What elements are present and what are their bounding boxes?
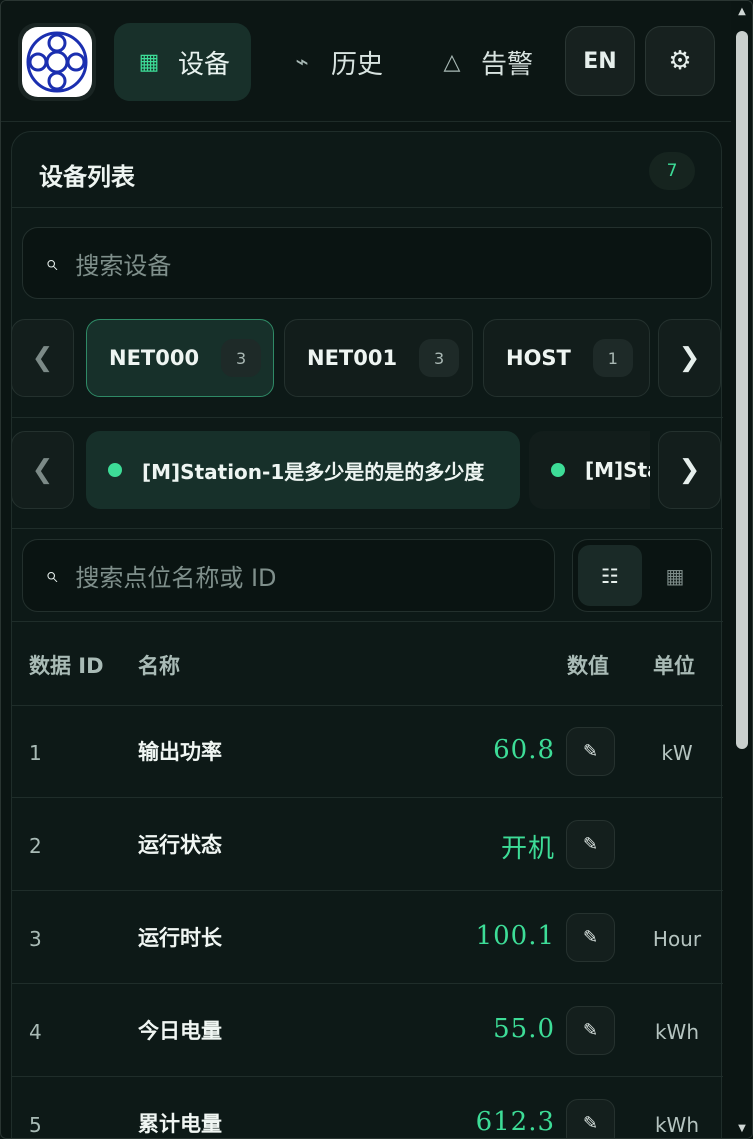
- app-logo-icon: [22, 27, 92, 97]
- nav-devices-label: 设备: [178, 49, 231, 80]
- row-value: 100.1: [475, 921, 555, 951]
- status-dot: [108, 463, 122, 477]
- row-value: 55.0: [493, 1014, 555, 1044]
- search-icon: ⌕: [45, 250, 58, 276]
- pencil-icon: ✎: [582, 834, 599, 855]
- list-view-button[interactable]: ☷: [578, 545, 642, 606]
- station-tab-label: [M]Station-1是多少是的是的多少度: [142, 459, 485, 484]
- row-name: 今日电量: [138, 1019, 222, 1043]
- edit-button[interactable]: ✎: [566, 1099, 615, 1138]
- point-search-placeholder: 搜索点位名称或 ID: [75, 564, 277, 592]
- row-name: 输出功率: [138, 740, 222, 764]
- row-name: 累计电量: [138, 1112, 222, 1136]
- device-count-badge: 7: [649, 152, 695, 190]
- history-icon: ⌁: [295, 49, 309, 75]
- row-id: 2: [29, 834, 42, 858]
- station-tabs-scroller: [M]Station-1是多少是的是的多少度 [M]Station-2: [86, 132, 650, 532]
- table-row: 2 运行状态 开机 ✎: [12, 798, 723, 891]
- column-header-id: 数据 ID: [29, 654, 104, 678]
- row-unit: Hour: [652, 927, 702, 951]
- column-header-name: 名称: [138, 654, 180, 678]
- pencil-icon: ✎: [582, 1020, 599, 1041]
- station-next-button[interactable]: ❯: [658, 431, 721, 509]
- settings-button[interactable]: ⚙: [645, 26, 715, 96]
- pencil-icon: ✎: [582, 1113, 599, 1134]
- network-next-button[interactable]: ❯: [658, 319, 721, 397]
- grid-icon: ▦: [665, 563, 685, 588]
- chevron-right-icon: ❯: [678, 343, 701, 373]
- app-logo[interactable]: [18, 23, 96, 101]
- pencil-icon: ✎: [582, 741, 599, 762]
- table-row: 3 运行时长 100.1 ✎ Hour: [12, 891, 723, 984]
- nav-history[interactable]: ⌁ 历史: [273, 23, 403, 101]
- scrollbar-thumb[interactable]: [736, 31, 748, 749]
- station-tab-label: [M]Station-2: [585, 458, 650, 482]
- station-tab-1[interactable]: [M]Station-1是多少是的是的多少度: [86, 431, 520, 509]
- chevron-left-icon: ❮: [31, 343, 54, 373]
- row-name: 运行状态: [138, 833, 222, 857]
- search-icon: ⌕: [45, 563, 58, 588]
- row-name: 运行时长: [138, 926, 222, 950]
- row-id: 1: [29, 741, 42, 765]
- view-toggle: ☷ ▦: [572, 539, 712, 612]
- network-prev-button[interactable]: ❮: [11, 319, 74, 397]
- grid-view-button[interactable]: ▦: [643, 545, 707, 606]
- edit-button[interactable]: ✎: [566, 1006, 615, 1055]
- row-id: 3: [29, 927, 42, 951]
- top-nav: ▦ 设备 ⌁ 历史 △ 告警 EN ⚙: [1, 1, 731, 122]
- row-id: 5: [29, 1113, 42, 1137]
- edit-button[interactable]: ✎: [566, 913, 615, 962]
- row-unit: kW: [661, 741, 693, 765]
- station-prev-button[interactable]: ❮: [11, 431, 74, 509]
- column-header-unit: 单位: [653, 654, 695, 678]
- divider: [12, 528, 723, 529]
- row-id: 4: [29, 1020, 42, 1044]
- table-row: 4 今日电量 55.0 ✎ kWh: [12, 984, 723, 1077]
- language-button[interactable]: EN: [565, 26, 635, 96]
- row-value: 开机: [500, 834, 555, 864]
- row-value: 612.3: [475, 1107, 555, 1137]
- chevron-left-icon: ❮: [31, 455, 54, 485]
- grid-icon: ▦: [138, 49, 160, 75]
- nav-devices[interactable]: ▦ 设备: [114, 23, 251, 101]
- status-dot: [551, 463, 565, 477]
- point-search-input[interactable]: ⌕ 搜索点位名称或 ID: [22, 539, 555, 612]
- row-unit: kWh: [654, 1020, 700, 1044]
- divider: [12, 621, 723, 622]
- edit-button[interactable]: ✎: [566, 820, 615, 869]
- device-panel: 设备列表 7 ⌕ 搜索设备 ❮ NET000 3 NET001 3 HOST 1: [11, 131, 723, 1138]
- row-value: 60.8: [493, 735, 555, 765]
- row-unit: kWh: [654, 1113, 700, 1137]
- table-row: 1 输出功率 60.8 ✎ kW: [12, 705, 723, 798]
- chevron-right-icon: ❯: [678, 455, 701, 485]
- table-row: 5 累计电量 612.3 ✎ kWh: [12, 1077, 723, 1138]
- app-window: ▦ 设备 ⌁ 历史 △ 告警 EN ⚙ 设备列表 7 ⌕ 搜索设备 ❮ NET0…: [0, 0, 753, 1139]
- gear-icon: ⚙: [668, 46, 692, 76]
- nav-history-label: 历史: [331, 49, 384, 80]
- nav-alarms-label: 告警: [481, 49, 534, 80]
- nav-alarms[interactable]: △ 告警: [423, 23, 553, 101]
- column-header-value: 数值: [567, 654, 609, 678]
- edit-button[interactable]: ✎: [566, 727, 615, 776]
- scroll-up-icon[interactable]: ▲: [736, 7, 748, 17]
- station-tab-2[interactable]: [M]Station-2: [529, 431, 650, 509]
- list-icon: ☷: [601, 563, 619, 588]
- pencil-icon: ✎: [582, 927, 599, 948]
- scroll-down-icon[interactable]: ▼: [736, 1124, 748, 1134]
- alert-triangle-icon: △: [443, 49, 461, 75]
